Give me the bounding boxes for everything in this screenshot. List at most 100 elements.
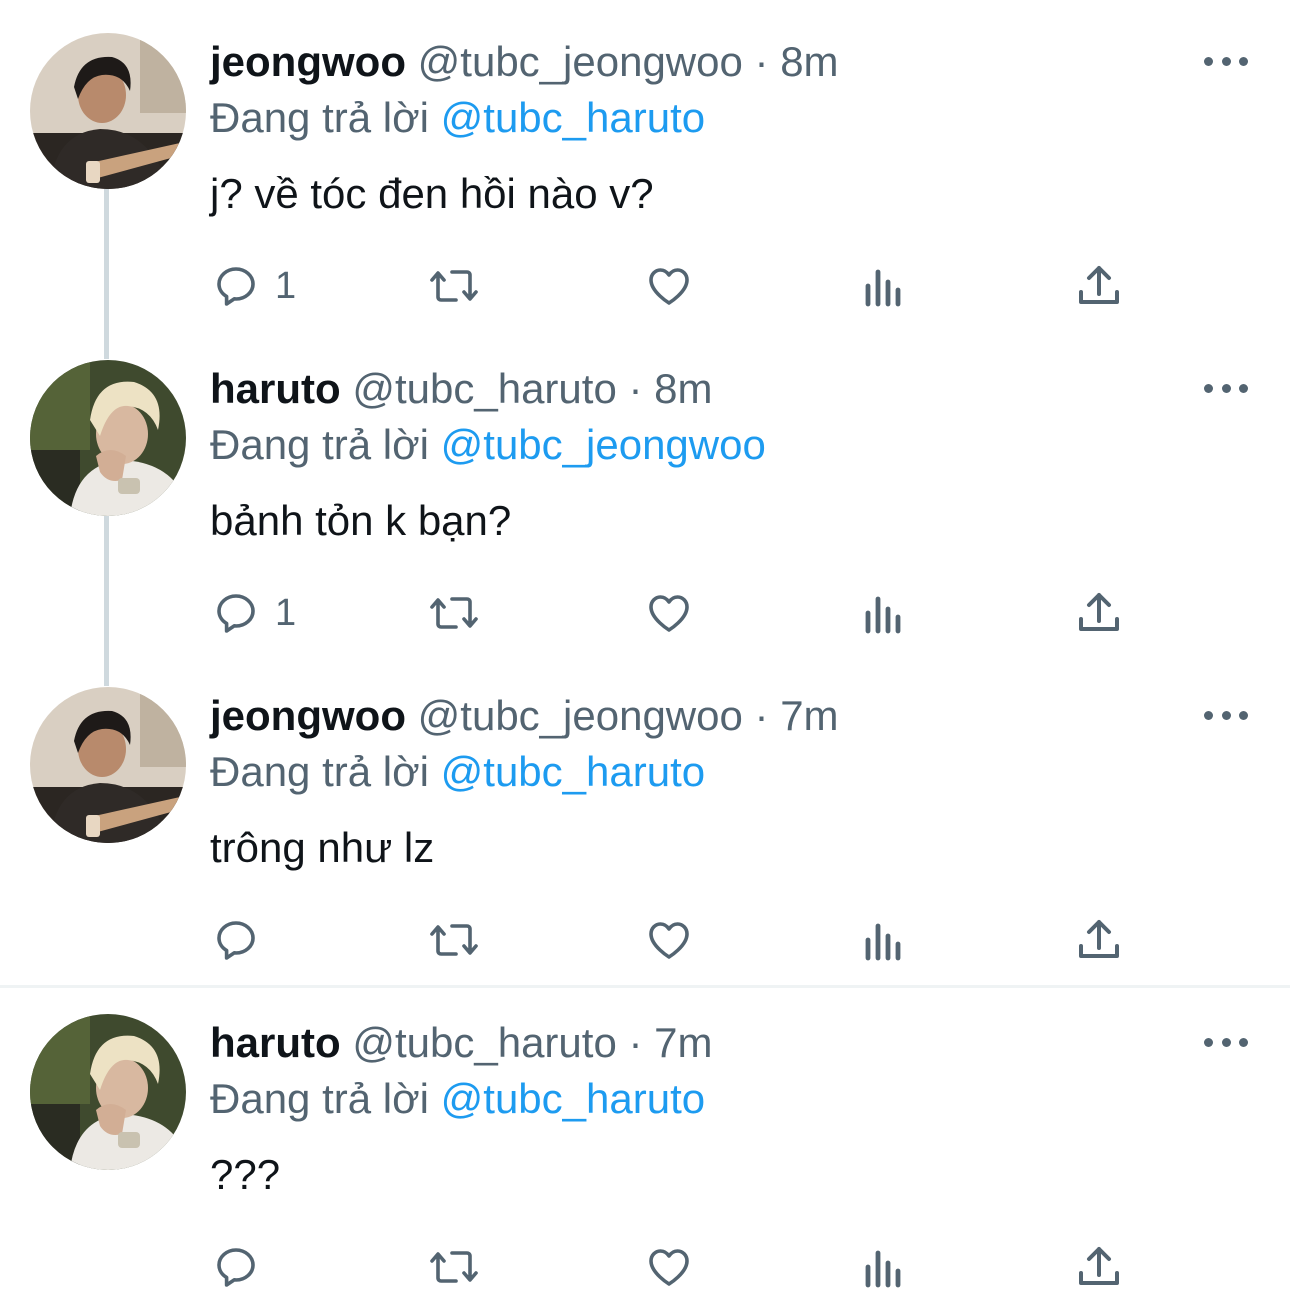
analytics-button[interactable] (862, 1237, 906, 1297)
reply-icon (217, 594, 255, 633)
analytics-icon (865, 269, 901, 307)
reply-count: 1 (275, 591, 297, 634)
more-options-button[interactable] (1204, 377, 1248, 399)
like-button[interactable] (645, 256, 693, 316)
user-name[interactable]: jeongwoo (210, 692, 406, 739)
retweet-button[interactable] (428, 583, 480, 643)
analytics-icon (865, 596, 901, 634)
analytics-icon (865, 923, 901, 961)
tweet-thread: jeongwoo @tubc_jeongwoo · 8m Đang trả lờ… (0, 0, 1290, 1302)
reply-icon (217, 267, 255, 306)
analytics-button[interactable] (862, 583, 906, 643)
replying-to-label: Đang trả lời (210, 1075, 429, 1122)
tweet-actions: 1 (0, 256, 1290, 316)
more-icon (1204, 1037, 1213, 1047)
more-icon (1204, 56, 1213, 66)
like-button[interactable] (645, 910, 693, 970)
retweet-button[interactable] (428, 1237, 480, 1297)
user-handle[interactable]: @tubc_jeongwoo (418, 38, 743, 85)
avatar[interactable] (30, 687, 186, 843)
more-icon (1204, 383, 1213, 393)
more-options-button[interactable] (1204, 50, 1248, 72)
share-button[interactable] (1077, 256, 1121, 316)
separator-dot: · (628, 1019, 643, 1066)
separator-dot: · (754, 38, 769, 85)
tweet-actions (0, 910, 1290, 970)
user-handle[interactable]: @tubc_jeongwoo (418, 692, 743, 739)
mention-link[interactable]: @tubc_haruto (441, 748, 705, 795)
user-avatar-haruto-icon (30, 360, 186, 516)
mention-link[interactable]: @tubc_jeongwoo (441, 421, 766, 468)
tweet[interactable]: haruto @tubc_haruto · 7m Đang trả lời @t… (0, 981, 1290, 1302)
analytics-icon (865, 1250, 901, 1288)
more-icon (1204, 710, 1213, 720)
retweet-button[interactable] (428, 256, 480, 316)
more-icon-dot (1239, 1037, 1248, 1047)
heart-icon (649, 1249, 689, 1286)
heart-icon (649, 268, 689, 305)
separator-dot: · (628, 365, 643, 412)
like-button[interactable] (645, 1237, 693, 1297)
reply-button[interactable]: 1 (213, 256, 296, 316)
more-options-button[interactable] (1204, 1031, 1248, 1053)
like-button[interactable] (645, 583, 693, 643)
more-options-button[interactable] (1204, 704, 1248, 726)
tweet[interactable]: jeongwoo @tubc_jeongwoo · 7m Đang trả lờ… (0, 654, 1290, 984)
reply-icon (217, 921, 255, 960)
tweet-text: j? về tóc đen hồi nào v? (210, 170, 654, 217)
analytics-button[interactable] (862, 910, 906, 970)
user-handle[interactable]: @tubc_haruto (352, 365, 616, 412)
user-handle[interactable]: @tubc_haruto (352, 1019, 616, 1066)
timestamp[interactable]: 7m (654, 1019, 712, 1066)
tweet-header: jeongwoo @tubc_jeongwoo · 7m (210, 692, 839, 740)
heart-icon (649, 922, 689, 959)
user-avatar-jeongwoo-icon (30, 687, 186, 843)
reply-icon (217, 1248, 255, 1287)
reply-button[interactable] (213, 910, 275, 970)
share-icon (1079, 1247, 1119, 1285)
more-icon-dot (1239, 56, 1248, 66)
avatar[interactable] (30, 1014, 186, 1170)
analytics-button[interactable] (862, 256, 906, 316)
share-icon (1079, 920, 1119, 958)
replying-to: Đang trả lời @tubc_jeongwoo (210, 421, 766, 469)
timestamp[interactable]: 8m (654, 365, 712, 412)
avatar[interactable] (30, 33, 186, 189)
mention-link[interactable]: @tubc_haruto (441, 94, 705, 141)
reply-button[interactable]: 1 (213, 583, 296, 643)
more-icon-dot (1239, 710, 1248, 720)
share-button[interactable] (1077, 910, 1121, 970)
mention-link[interactable]: @tubc_haruto (441, 1075, 705, 1122)
user-name[interactable]: haruto (210, 365, 341, 412)
replying-to-label: Đang trả lời (210, 748, 429, 795)
share-icon (1079, 593, 1119, 631)
tweet-actions (0, 1237, 1290, 1297)
tweet-actions: 1 (0, 583, 1290, 643)
user-name[interactable]: jeongwoo (210, 38, 406, 85)
retweet-icon (430, 597, 478, 629)
reply-button[interactable] (213, 1237, 275, 1297)
user-name[interactable]: haruto (210, 1019, 341, 1066)
more-icon-dot (1221, 56, 1231, 66)
retweet-button[interactable] (428, 910, 480, 970)
heart-icon (649, 595, 689, 632)
replying-to-label: Đang trả lời (210, 94, 429, 141)
tweet-text: trông như lz (210, 824, 435, 871)
reply-count: 1 (275, 264, 297, 307)
timestamp[interactable]: 8m (780, 38, 838, 85)
user-avatar-jeongwoo-icon (30, 33, 186, 189)
tweet[interactable]: jeongwoo @tubc_jeongwoo · 8m Đang trả lờ… (0, 0, 1290, 330)
tweet-header: haruto @tubc_haruto · 7m (210, 1019, 713, 1067)
share-icon (1079, 266, 1119, 304)
share-button[interactable] (1077, 583, 1121, 643)
tweet-text: bảnh tỏn k bạn? (210, 497, 512, 544)
more-icon-dot (1221, 1037, 1231, 1047)
timestamp[interactable]: 7m (780, 692, 838, 739)
avatar[interactable] (30, 360, 186, 516)
more-icon-dot (1221, 383, 1231, 393)
retweet-icon (430, 924, 478, 956)
retweet-icon (430, 1251, 478, 1283)
share-button[interactable] (1077, 1237, 1121, 1297)
tweet[interactable]: haruto @tubc_haruto · 8m Đang trả lời @t… (0, 327, 1290, 657)
replying-to: Đang trả lời @tubc_haruto (210, 94, 705, 142)
